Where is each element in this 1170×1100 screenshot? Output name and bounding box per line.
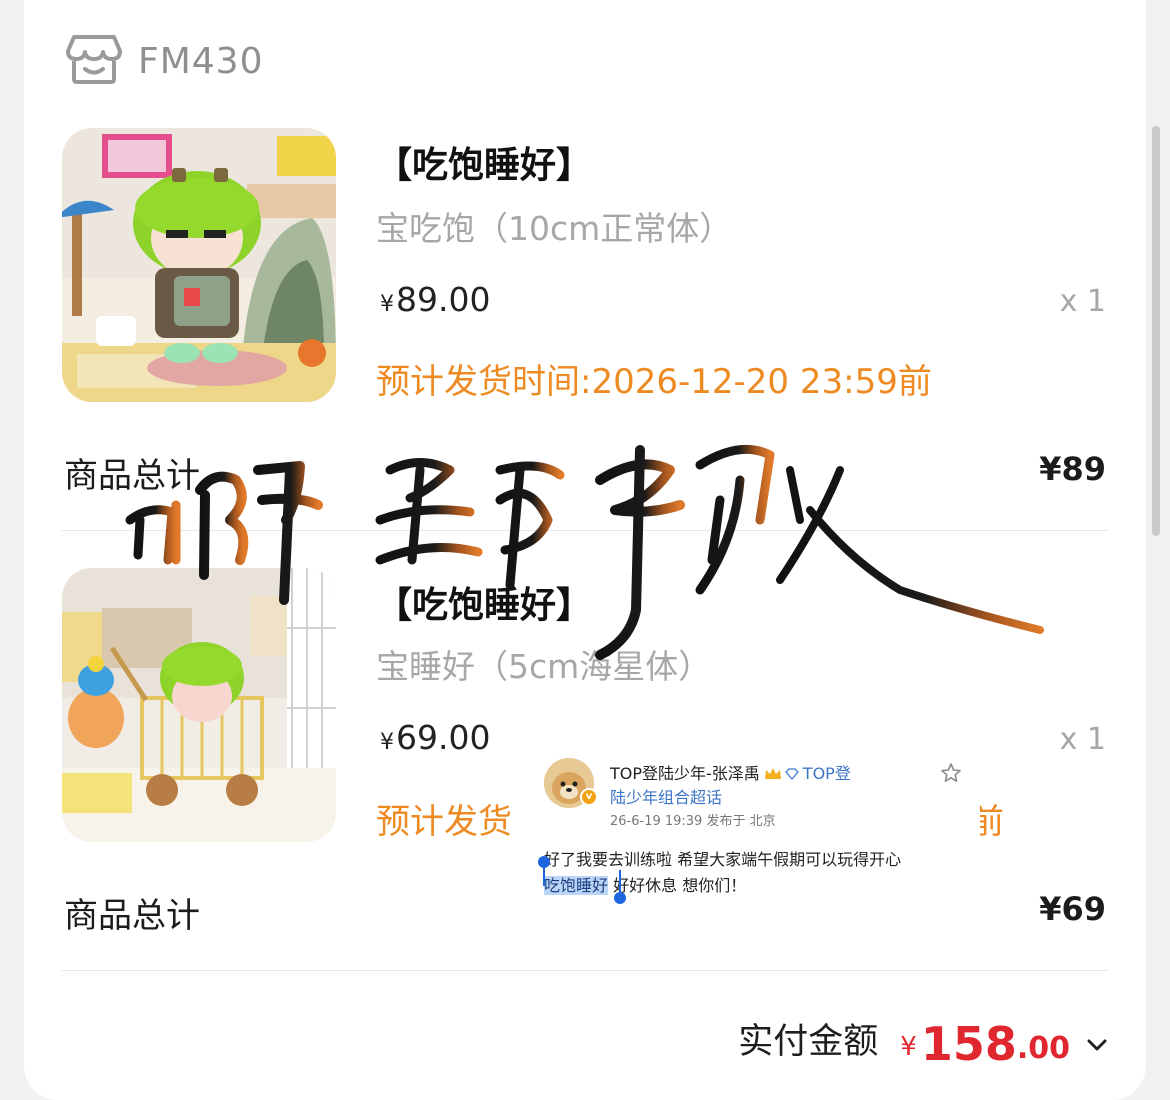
selected-text[interactable]: 吃饱睡好: [544, 876, 609, 895]
subtotal-value: ¥89: [1039, 450, 1106, 488]
subtotal-label: 商品总计: [64, 456, 200, 496]
product-price: ¥89.00: [380, 280, 491, 319]
payment-total-row[interactable]: 实付金额 ¥ 158 .00: [738, 1008, 1108, 1072]
product-quantity: x 1: [1059, 722, 1106, 757]
product-title: 【吃饱睡好】: [376, 585, 593, 626]
subtotal-value: ¥69: [1039, 890, 1106, 928]
divider: [62, 970, 1108, 971]
diamond-icon: [784, 765, 799, 781]
subtotal-label: 商品总计: [64, 896, 200, 936]
product-image[interactable]: [62, 128, 336, 402]
post-text-line: 好了我要去训练啦 希望大家端午假期可以玩得开心: [544, 850, 902, 869]
post-topic-link[interactable]: 陆少年组合超话: [610, 784, 722, 808]
shipping-estimate: 预计发货时间:2026-12-20 23:59前: [376, 362, 932, 402]
product-image[interactable]: [62, 568, 336, 842]
selection-handle-end[interactable]: [614, 870, 626, 904]
verified-badge: v: [580, 788, 598, 806]
scrollbar[interactable]: [1152, 126, 1160, 536]
product-title: 【吃饱睡好】: [376, 145, 593, 186]
post-meta: 26-6-19 19:39 发布于 北京: [610, 814, 776, 829]
product-variant: 宝睡好（5cm海星体）: [376, 647, 712, 686]
payment-amount-integer: 158: [920, 1017, 1017, 1071]
post-text-line: 吃饱睡好 好好休息 想你们！: [544, 876, 747, 895]
product-quantity: x 1: [1059, 284, 1106, 319]
shipping-estimate: 预计发货: [376, 802, 512, 842]
shop-store-icon: [66, 33, 122, 89]
chevron-down-icon[interactable]: [1086, 1037, 1108, 1056]
post-topic-link[interactable]: TOP登: [803, 764, 851, 783]
payment-currency: ¥: [900, 1032, 917, 1062]
shop-header[interactable]: FM430: [66, 34, 263, 88]
shop-name: FM430: [138, 40, 264, 82]
product-price: ¥69.00: [380, 718, 491, 757]
post-author-name[interactable]: TOP登陆少年-张泽禹: [610, 764, 760, 783]
product-variant: 宝吃饱（10cm正常体）: [376, 209, 733, 248]
payment-amount-decimal: .00: [1016, 1031, 1070, 1066]
crown-icon: [764, 766, 782, 780]
post-author: TOP登陆少年-张泽禹 TOP登: [610, 760, 851, 784]
divider: [62, 530, 1108, 531]
star-icon[interactable]: [940, 762, 962, 788]
selection-handle-start[interactable]: [538, 856, 550, 886]
social-post-overlay: v TOP登陆少年-张泽禹 TOP登 陆少年组合超话 26-6-19 19:39 …: [530, 748, 980, 908]
payment-label: 实付金额: [738, 1022, 879, 1062]
